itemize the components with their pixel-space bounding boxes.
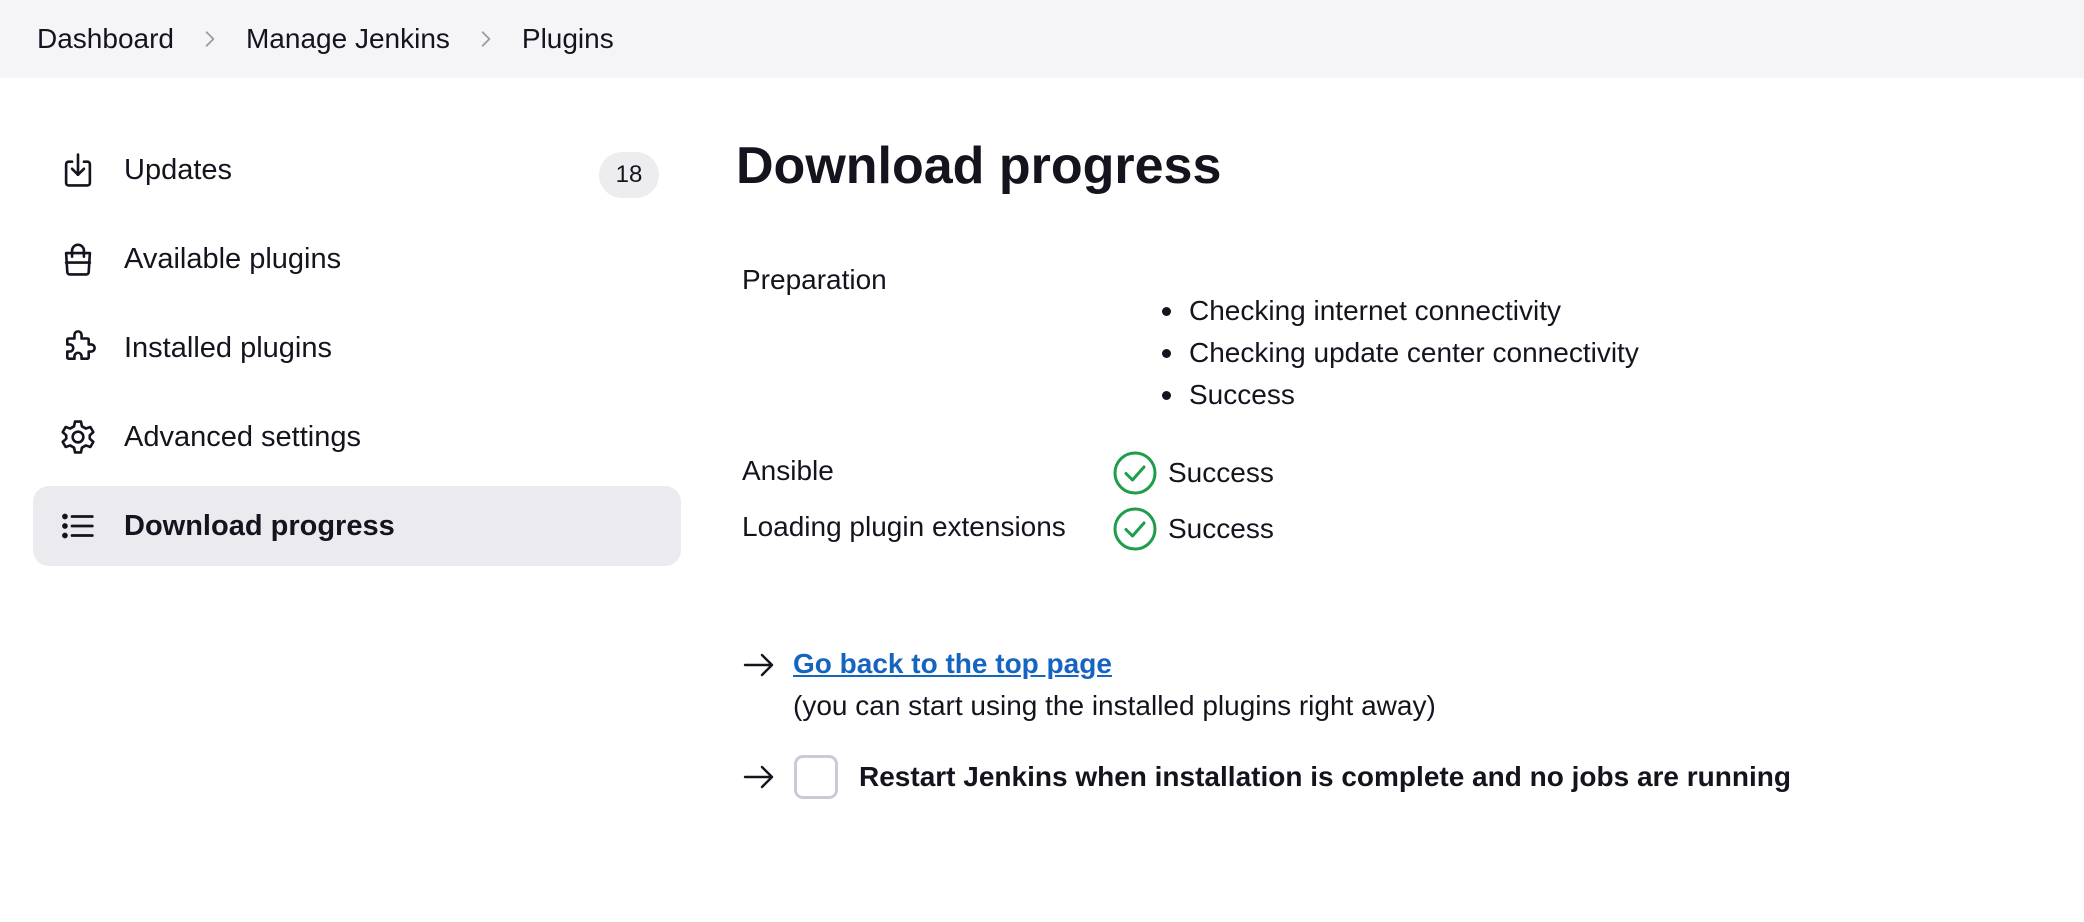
- sidebar: Updates 18 Available plugins Installed p…: [33, 130, 681, 575]
- status-text: Success: [1168, 457, 1274, 488]
- list-icon: [58, 506, 98, 546]
- sidebar-item-label: Download progress: [124, 509, 395, 542]
- sidebar-item-label: Installed plugins: [124, 331, 332, 364]
- plugin-name-loading-extensions: Loading plugin extensions: [742, 511, 1066, 542]
- restart-checkbox[interactable]: [794, 755, 838, 799]
- sidebar-item-updates[interactable]: Updates 18: [33, 130, 681, 210]
- sidebar-item-installed-plugins[interactable]: Installed plugins: [33, 308, 681, 388]
- breadcrumb-plugins[interactable]: Plugins: [522, 23, 614, 55]
- sidebar-item-advanced-settings[interactable]: Advanced settings: [33, 397, 681, 477]
- gear-icon: [58, 417, 98, 457]
- chevron-right-icon: [174, 30, 246, 48]
- plugin-status-loading-extensions: Success: [1112, 506, 1274, 552]
- restart-checkbox-label[interactable]: Restart Jenkins when installation is com…: [859, 761, 1791, 793]
- sidebar-item-available-plugins[interactable]: Available plugins: [33, 219, 681, 299]
- breadcrumb-bar: Dashboard Manage Jenkins Plugins: [0, 0, 2084, 78]
- plugin-status-ansible: Success: [1112, 450, 1274, 496]
- page-title: Download progress: [736, 137, 1222, 195]
- arrow-right-icon: [743, 653, 774, 677]
- success-check-icon: [1113, 507, 1157, 551]
- updates-count-badge: 18: [599, 152, 659, 198]
- preparation-label: Preparation: [742, 264, 887, 295]
- sidebar-item-label: Available plugins: [124, 242, 342, 275]
- list-item: Checking update center connectivity: [1162, 332, 1639, 374]
- sidebar-item-label: Updates: [124, 153, 233, 186]
- success-check-icon: [1113, 451, 1157, 495]
- chevron-right-icon: [450, 30, 522, 48]
- sidebar-item-label: Advanced settings: [124, 420, 361, 453]
- list-item: Checking internet connectivity: [1162, 290, 1639, 332]
- list-item: Success: [1162, 374, 1639, 416]
- preparation-steps: Checking internet connectivity Checking …: [1162, 290, 1639, 416]
- plugin-name-ansible: Ansible: [742, 455, 834, 486]
- back-link-hint: (you can start using the installed plugi…: [793, 690, 1436, 721]
- download-icon: [58, 150, 98, 190]
- breadcrumb-dashboard[interactable]: Dashboard: [37, 23, 174, 55]
- breadcrumb-manage-jenkins[interactable]: Manage Jenkins: [246, 23, 450, 55]
- go-back-top-page-link[interactable]: Go back to the top page: [793, 648, 1112, 680]
- shopping-bag-icon: [58, 239, 98, 279]
- sidebar-item-download-progress[interactable]: Download progress: [33, 486, 681, 566]
- arrow-right-icon: [743, 765, 774, 789]
- puzzle-icon: [58, 328, 98, 368]
- status-text: Success: [1168, 513, 1274, 544]
